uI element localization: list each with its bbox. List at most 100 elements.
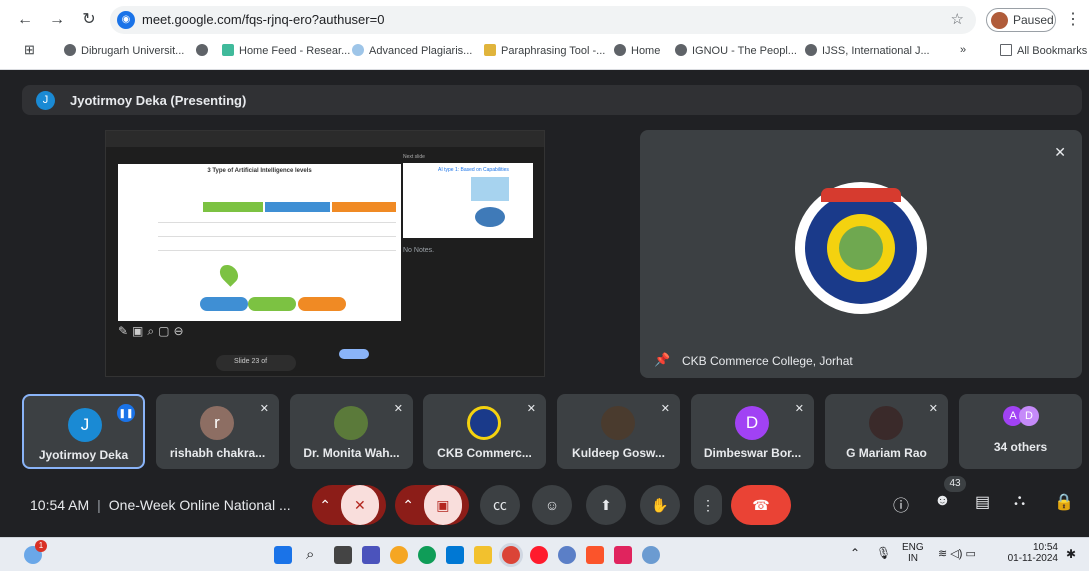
bookmark-item[interactable]: IJSS, International J... — [805, 44, 930, 57]
bookmark-item[interactable]: Paraphrasing Tool -... — [484, 44, 605, 57]
notifications-icon[interactable]: ✱ — [1066, 547, 1076, 561]
chrome-icon[interactable] — [502, 546, 520, 564]
participant-avatar: J — [68, 408, 102, 442]
bookmark-item[interactable]: Home Feed - Resear... — [222, 44, 350, 57]
bookmark-star-icon[interactable]: ☆ — [951, 10, 964, 28]
forward-icon[interactable]: → — [46, 9, 68, 31]
info-icon[interactable]: ⓘ — [893, 492, 909, 516]
participant-name: rishabh chakra... — [169, 446, 266, 460]
pinned-participant[interactable]: ✕ 📌 CKB Commerce College, Jorhat — [640, 130, 1082, 378]
more-bookmarks-icon[interactable]: » — [960, 44, 966, 56]
present-button[interactable]: ⬆ — [586, 485, 626, 525]
participant-tile[interactable]: ✕ Kuldeep Gosw... — [557, 394, 680, 469]
back-icon[interactable]: ← — [14, 9, 36, 31]
slide-pill — [200, 297, 248, 311]
speaking-indicator-icon: ❚❚ — [117, 404, 135, 422]
reload-icon[interactable]: ↻ — [78, 9, 100, 31]
others-tile[interactable]: A D 34 others — [959, 394, 1082, 469]
explorer-icon[interactable] — [474, 546, 492, 564]
participant-tile[interactable]: ✕ Dr. Monita Wah... — [290, 394, 413, 469]
bookmark-item[interactable]: Home — [614, 44, 660, 57]
leave-call-button[interactable]: ☎ — [731, 485, 791, 525]
tray-chevron-icon[interactable]: ⌃ — [850, 546, 860, 560]
bookmark-label: Dibrugarh Universit... — [81, 45, 185, 57]
participant-tile[interactable]: ✕ CKB Commerc... — [423, 394, 546, 469]
emoji-button[interactable]: ☺ — [532, 485, 572, 525]
participant-tile[interactable]: r ✕ rishabh chakra... — [156, 394, 279, 469]
more-options-icon[interactable]: ⋮ — [694, 485, 722, 525]
slide-tools[interactable]: ✎▣⌕▢⊖ — [118, 324, 188, 339]
folder-icon — [1000, 44, 1012, 56]
current-slide: 3 Type of Artificial Intelligence levels — [118, 164, 401, 321]
mic-toggle-button[interactable]: ✕ — [340, 485, 379, 525]
next-slide-preview: AI type 1: Based on Capabilities — [403, 163, 533, 238]
address-bar[interactable]: ◉ meet.google.com/fqs-rjnq-ero?authuser=… — [110, 6, 976, 34]
others-count: 34 others — [993, 440, 1048, 454]
brave-icon[interactable] — [586, 546, 604, 564]
store-icon[interactable] — [446, 546, 464, 564]
clock[interactable]: 10:54 01-11-2024 — [1004, 542, 1058, 564]
captions-button[interactable]: ㏄ — [480, 485, 520, 525]
mic-tray-icon[interactable]: 🎙 — [876, 546, 891, 560]
mic-off-icon: ✕ — [660, 403, 670, 415]
people-icon[interactable]: ☻ — [934, 492, 951, 510]
stop-sharing-button[interactable] — [339, 349, 369, 359]
slide-row — [158, 250, 396, 251]
browser-menu-icon[interactable]: ⋮ — [1065, 9, 1081, 29]
bookmark-item[interactable]: Dibrugarh Universit... — [64, 44, 184, 57]
camera-options-icon[interactable]: ⌃ — [402, 497, 414, 513]
screen-share[interactable]: 3 Type of Artificial Intelligence levels… — [105, 130, 545, 377]
url-text[interactable]: meet.google.com/fqs-rjnq-ero?authuser=0 — [142, 12, 384, 27]
mic-off-icon: ✕ — [393, 403, 403, 415]
slide-band — [203, 202, 263, 212]
bookmark-label: Advanced Plagiaris... — [369, 45, 473, 57]
search-icon[interactable]: ⌕ — [306, 546, 324, 564]
copilot-icon[interactable] — [390, 546, 408, 564]
host-controls-icon[interactable]: 🔒 — [1054, 492, 1074, 512]
next-slide-title: AI type 1: Based on Capabilities — [438, 167, 509, 173]
teams-icon[interactable] — [362, 546, 380, 564]
participant-tile[interactable]: D ✕ Dimbeswar Bor... — [691, 394, 814, 469]
logo-core — [839, 226, 883, 270]
language-indicator[interactable]: ENG IN — [902, 542, 924, 564]
network-volume-battery[interactable]: ≋ ◁) ▭ — [938, 547, 976, 560]
participant-tile[interactable]: J ❚❚ Jyotirmoy Deka — [22, 394, 145, 469]
profile-button[interactable]: Paused — [986, 8, 1056, 32]
edge-icon[interactable] — [418, 546, 436, 564]
taskview-icon[interactable] — [334, 546, 352, 564]
mic-options-icon[interactable]: ⌃ — [319, 497, 331, 513]
paraphrase-icon — [484, 44, 496, 56]
participant-tile[interactable]: ✕ G Mariam Rao — [825, 394, 948, 469]
chat-icon[interactable]: ▤ — [975, 492, 990, 512]
raise-hand-button[interactable]: ✋ — [640, 485, 680, 525]
participant-photo — [869, 406, 903, 440]
bookmark-item[interactable]: IGNOU - The Peopl... — [675, 44, 797, 57]
slide-counter: Slide 23 of — [234, 358, 268, 365]
mic-control[interactable]: ⌃ ✕ — [312, 485, 386, 525]
apps-grid-icon[interactable]: ⊞ — [24, 42, 35, 58]
bookmark-item[interactable] — [196, 44, 213, 57]
next-slide-label: Next slide — [403, 154, 425, 160]
bookmark-label: Paraphrasing Tool -... — [501, 45, 606, 57]
all-bookmarks[interactable]: All Bookmarks — [1000, 44, 1087, 57]
slide-navigator[interactable]: Slide 23 of — [216, 355, 296, 371]
participant-name: G Mariam Rao — [846, 446, 927, 460]
globe-app-icon[interactable] — [642, 546, 660, 564]
camera-control[interactable]: ⌃ ▣ — [395, 485, 469, 525]
all-bookmarks-label: All Bookmarks — [1017, 45, 1088, 57]
bookmark-label: Home Feed - Resear... — [239, 45, 351, 57]
pin-icon[interactable]: 📌 — [654, 352, 670, 368]
start-icon[interactable] — [274, 546, 292, 564]
clock-time: 10:54 — [1032, 542, 1058, 553]
mendeley-icon[interactable] — [614, 546, 632, 564]
opera-icon[interactable] — [530, 546, 548, 564]
activities-icon[interactable]: ⛬ — [1014, 492, 1025, 510]
participant-name: Jyotirmoy Deka — [38, 448, 129, 462]
camera-toggle-button[interactable]: ▣ — [423, 485, 462, 525]
r-app-icon[interactable] — [558, 546, 576, 564]
browser-chrome: ← → ↻ ◉ meet.google.com/fqs-rjnq-ero?aut… — [0, 0, 1089, 70]
bookmark-item[interactable]: Advanced Plagiaris... — [352, 44, 472, 57]
site-info-icon[interactable]: ◉ — [117, 11, 135, 29]
college-logo — [795, 182, 927, 314]
participant-name: Dimbeswar Bor... — [703, 446, 802, 460]
